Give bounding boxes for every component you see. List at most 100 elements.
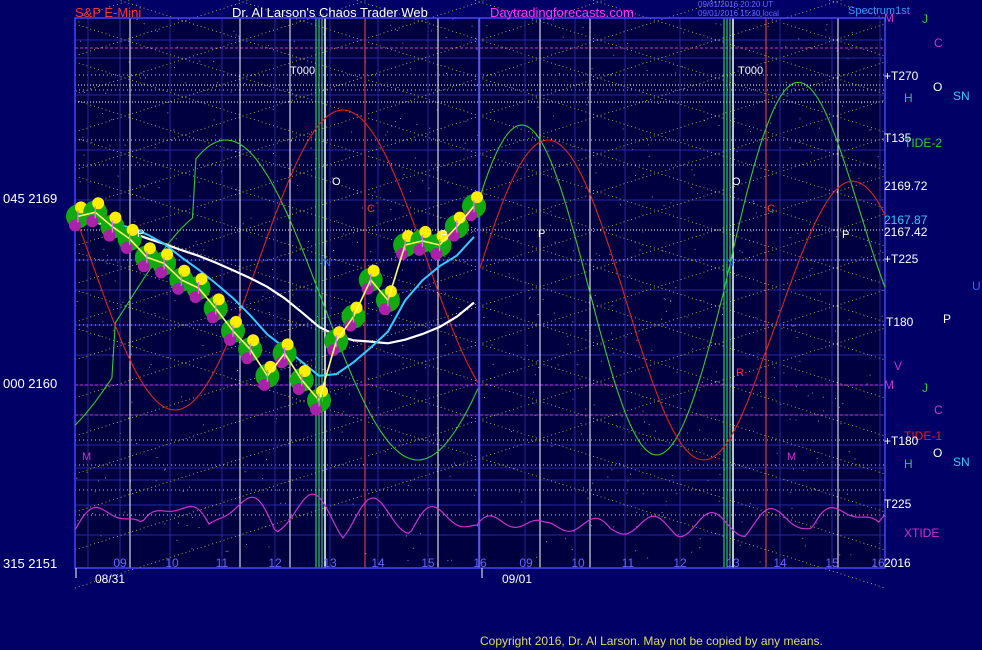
star-dot: [242, 223, 244, 225]
star-dot: [369, 402, 371, 404]
star-dot: [550, 224, 551, 226]
star-dot: [430, 30, 432, 32]
star-dot: [174, 300, 176, 302]
star-dot: [532, 391, 534, 393]
star-dot: [180, 396, 182, 398]
star-dot: [661, 512, 663, 513]
highlight-yellow-dot: [109, 211, 122, 224]
star-dot: [511, 87, 513, 89]
star-dot: [791, 507, 793, 509]
right-axis-label: H: [904, 457, 913, 471]
star-dot: [835, 398, 836, 400]
star-dot: [850, 554, 852, 556]
star-dot: [562, 36, 564, 38]
star-dot: [136, 443, 137, 445]
star-dot: [842, 105, 843, 107]
star-dot: [176, 539, 178, 541]
star-dot: [572, 321, 574, 323]
star-dot: [336, 220, 338, 222]
star-dot: [365, 553, 367, 555]
star-dot: [170, 287, 172, 289]
star-dot: [596, 335, 598, 337]
star-dot: [78, 21, 80, 23]
star-dot: [387, 131, 388, 133]
highlight-yellow-dot: [178, 264, 191, 277]
star-dot: [213, 119, 215, 121]
star-dot: [620, 356, 622, 358]
star-dot: [700, 300, 702, 302]
star-dot: [526, 344, 528, 346]
star-dot: [483, 317, 485, 318]
star-dot: [422, 180, 424, 182]
star-dot: [509, 261, 511, 263]
star-dot: [198, 181, 200, 183]
star-dot: [546, 541, 548, 543]
star-dot: [117, 441, 119, 443]
x-tick-label: 11: [216, 556, 229, 570]
star-dot: [804, 545, 806, 547]
star-dot: [415, 157, 416, 159]
highlight-magenta-dot: [378, 303, 391, 316]
star-dot: [447, 182, 448, 184]
star-dot: [780, 261, 782, 263]
star-dot: [559, 73, 560, 75]
star-dot: [272, 109, 274, 110]
star-dot: [402, 345, 404, 346]
star-dot: [571, 548, 573, 550]
star-dot: [825, 29, 827, 31]
highlight-magenta-dot: [189, 290, 202, 303]
star-dot: [683, 88, 685, 90]
right-axis-label: SN: [953, 455, 970, 469]
highlight-magenta-dot: [120, 241, 133, 254]
star-dot: [785, 46, 787, 48]
header-site-link[interactable]: Daytradingforecasts.com: [490, 5, 634, 20]
star-dot: [429, 127, 431, 129]
star-dot: [395, 121, 396, 123]
star-dot: [295, 95, 297, 97]
star-dot: [425, 367, 426, 369]
right-axis-label: T225: [884, 497, 912, 511]
star-dot: [154, 147, 156, 149]
star-dot: [671, 475, 673, 477]
star-dot: [698, 389, 700, 391]
star-dot: [184, 82, 186, 84]
star-dot: [99, 335, 101, 337]
star-dot: [661, 393, 663, 395]
star-dot: [586, 104, 588, 106]
star-dot: [542, 298, 544, 300]
star-dot: [842, 402, 844, 404]
star-dot: [508, 273, 510, 275]
star-dot: [330, 307, 332, 309]
star-dot: [664, 517, 665, 519]
star-dot: [521, 501, 523, 503]
star-dot: [192, 517, 194, 518]
star-dot: [262, 295, 264, 297]
highlight-yellow-dot: [212, 293, 225, 306]
star-dot: [429, 285, 431, 287]
star-dot: [836, 236, 838, 238]
star-dot: [293, 40, 295, 42]
star-dot: [534, 138, 536, 140]
right-axis-label: XTIDE: [904, 526, 939, 540]
star-dot: [464, 142, 466, 144]
star-dot: [803, 470, 805, 472]
star-dot: [789, 418, 791, 420]
star-dot: [698, 327, 700, 329]
star-dot: [370, 251, 372, 253]
plot-marker-label: M: [82, 451, 91, 463]
star-dot: [597, 92, 599, 94]
star-dot: [616, 426, 618, 428]
star-dot: [536, 556, 538, 558]
star-dot: [105, 477, 106, 479]
star-dot: [861, 102, 863, 104]
star-dot: [755, 317, 757, 319]
star-dot: [101, 113, 103, 114]
highlight-yellow-dot: [92, 197, 105, 210]
star-dot: [371, 197, 373, 199]
star-dot: [412, 547, 414, 549]
star-dot: [238, 35, 240, 37]
star-dot: [484, 396, 485, 398]
star-dot: [86, 471, 88, 473]
star-dot: [547, 150, 549, 152]
star-dot: [475, 38, 477, 40]
